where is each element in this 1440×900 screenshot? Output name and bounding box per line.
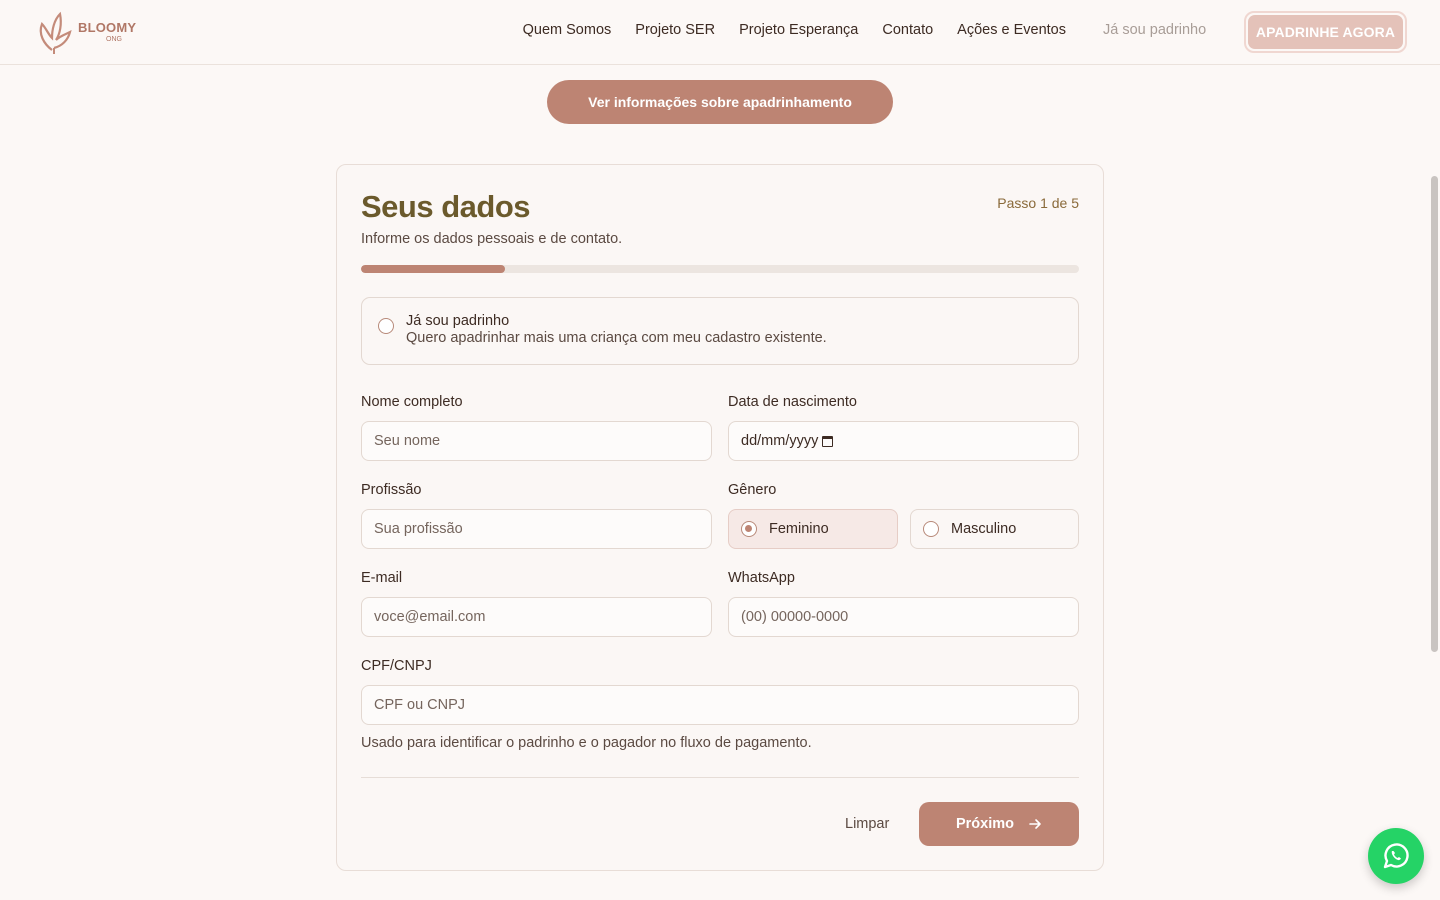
calendar-icon[interactable] [822, 435, 834, 447]
nav-existing-sponsor-link[interactable]: Já sou padrinho [1103, 22, 1206, 38]
clear-button[interactable]: Limpar [845, 816, 889, 832]
progress-bar [361, 265, 1079, 273]
birth-date-label: Data de nascimento [728, 394, 857, 410]
logo-subtext: ONG [106, 36, 122, 43]
gender-option-feminino[interactable]: Feminino [728, 509, 898, 549]
nav-item-projeto-ser[interactable]: Projeto SER [635, 22, 715, 38]
progress-fill [361, 265, 505, 273]
gender-option-masculino[interactable]: Masculino [910, 509, 1079, 549]
birth-date-input[interactable]: dd/mm/yyyy [728, 421, 1079, 461]
nav-item-acoes-eventos[interactable]: Ações e Eventos [957, 22, 1066, 38]
step-indicator: Passo 1 de 5 [997, 195, 1079, 211]
gender-radio-masculino[interactable] [923, 521, 939, 537]
main-nav: Quem Somos Projeto SER Projeto Esperança… [523, 22, 1066, 38]
arrow-right-icon [1029, 819, 1041, 829]
sponsor-now-button[interactable]: APADRINHE AGORA [1244, 11, 1407, 53]
cpf-input[interactable]: CPF ou CNPJ [361, 685, 1079, 725]
profession-input[interactable]: Sua profissão [361, 509, 712, 549]
nav-item-projeto-esperanca[interactable]: Projeto Esperança [739, 22, 858, 38]
whatsapp-button[interactable] [1368, 828, 1424, 884]
birth-date-value: dd/mm/yyyy [741, 433, 819, 449]
sponsorship-info-button[interactable]: Ver informações sobre apadrinhamento [547, 80, 893, 124]
name-input[interactable]: Seu nome [361, 421, 712, 461]
next-button-label: Próximo [955, 816, 1014, 832]
existing-sponsor-title: Já sou padrinho [406, 313, 510, 329]
divider [361, 777, 1079, 778]
gender-option-label: Feminino [769, 521, 829, 537]
nav-item-quem-somos[interactable]: Quem Somos [523, 22, 612, 38]
page-subtitle: Informe os dados pessoais e de contato. [361, 231, 623, 247]
profession-label: Profissão [361, 482, 422, 498]
whatsapp-label: WhatsApp [728, 570, 795, 586]
logo[interactable]: BLOOMY ONG [34, 10, 144, 54]
whatsapp-icon [1383, 843, 1409, 869]
cpf-helper-text: Usado para identificar o padrinho e o pa… [361, 735, 812, 751]
logo-flower-icon [39, 11, 72, 54]
form-card: Seus dados Informe os dados pessoais e d… [336, 164, 1104, 871]
next-button[interactable]: Próximo [919, 802, 1079, 846]
whatsapp-input[interactable]: (00) 00000-0000 [728, 597, 1079, 637]
sponsor-now-label: APADRINHE AGORA [1248, 15, 1403, 49]
gender-label: Gênero [728, 482, 777, 498]
nav-item-contato[interactable]: Contato [882, 22, 933, 38]
gender-radio-feminino[interactable] [741, 521, 757, 537]
name-label: Nome completo [361, 394, 463, 410]
page-title: Seus dados [361, 189, 531, 224]
email-label: E-mail [361, 570, 403, 586]
existing-sponsor-radio[interactable] [378, 318, 394, 334]
cpf-label: CPF/CNPJ [361, 658, 432, 674]
existing-sponsor-description: Quero apadrinhar mais uma criança com me… [406, 330, 827, 346]
site-header: BLOOMY ONG Quem Somos Projeto SER Projet… [0, 0, 1440, 65]
existing-sponsor-option[interactable]: Já sou padrinho Quero apadrinhar mais um… [361, 297, 1079, 365]
gender-option-label: Masculino [951, 521, 1017, 537]
logo-text: BLOOMY [78, 20, 137, 35]
scrollbar[interactable] [1431, 176, 1438, 652]
email-input[interactable]: voce@email.com [361, 597, 712, 637]
